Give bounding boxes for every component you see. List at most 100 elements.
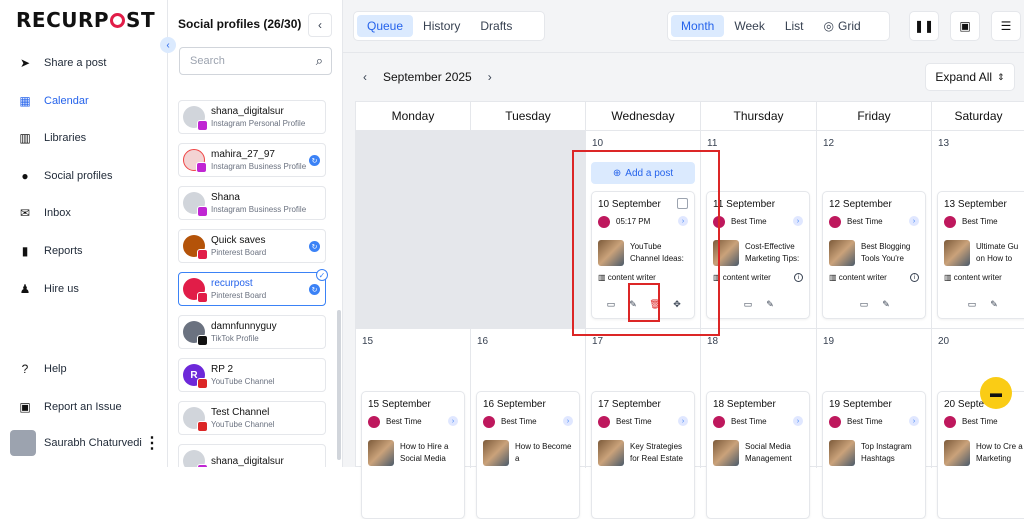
calendar-settings-button[interactable]: ▣ xyxy=(950,11,980,41)
post-thumbnail xyxy=(368,440,394,466)
chevron-right-icon[interactable]: › xyxy=(448,416,458,426)
profiles-scrollbar[interactable] xyxy=(337,310,341,460)
profile-card[interactable]: shana_digitalsur xyxy=(178,444,326,467)
next-month-button[interactable]: › xyxy=(480,67,500,87)
tab-list[interactable]: List xyxy=(775,15,814,37)
tab-month[interactable]: Month xyxy=(671,15,725,37)
tab-drafts[interactable]: Drafts xyxy=(470,15,522,37)
help-icon: ? xyxy=(21,362,29,376)
chat-support-button[interactable]: ▬ xyxy=(980,377,1012,409)
profile-card[interactable]: Quick saves Pinterest Board ↻ xyxy=(178,229,326,263)
filter-button[interactable]: ☰ xyxy=(991,11,1021,41)
info-icon[interactable]: i xyxy=(794,273,803,282)
pinterest-icon xyxy=(197,292,208,303)
chevron-right-icon[interactable]: › xyxy=(678,416,688,426)
day-cell-past xyxy=(356,130,471,328)
pinterest-icon xyxy=(829,216,841,228)
post-card[interactable]: 11 September Best Time › Cost-Effective … xyxy=(706,191,810,319)
edit-icon[interactable]: ✎ xyxy=(988,298,1000,310)
nav-inbox[interactable]: ✉ Inbox xyxy=(0,196,168,230)
sync-icon[interactable]: ↻ xyxy=(309,241,320,252)
nav-help[interactable]: ? Help xyxy=(0,352,168,386)
avatar xyxy=(10,430,36,456)
day-header: Saturday xyxy=(954,109,1003,123)
post-card[interactable]: 13 September Best Time Ultimate Gu on Ho… xyxy=(937,191,1024,319)
day-cell[interactable]: 19 19 September Best Time › Top Instagra… xyxy=(817,328,932,519)
day-header: Monday xyxy=(356,102,471,130)
nav-reports[interactable]: ▮ Reports xyxy=(0,234,168,268)
post-actions: ▭ ✎ xyxy=(707,293,811,315)
profile-card[interactable]: R RP 2 YouTube Channel xyxy=(178,358,326,392)
library-label: ▥ content writer xyxy=(944,273,1002,282)
post-card[interactable]: 17 September Best Time › Key Strategies … xyxy=(591,391,695,519)
tab-week[interactable]: Week xyxy=(724,15,774,37)
user-menu[interactable]: Saurabh Chaturvedi ⋮ xyxy=(10,430,160,456)
day-cell[interactable]: 17 17 September Best Time › Key Strategi… xyxy=(586,328,701,519)
nav-social-profiles[interactable]: ● Social profiles xyxy=(0,159,168,193)
post-card[interactable]: 18 September Best Time › Social Media Ma… xyxy=(706,391,810,519)
nav-libraries[interactable]: ▥ Libraries xyxy=(0,121,168,155)
report-icon: ▣ xyxy=(19,400,31,414)
sync-icon[interactable]: ↻ xyxy=(309,155,320,166)
post-card[interactable]: 19 September Best Time › Top Instagram H… xyxy=(822,391,926,519)
expand-all-button[interactable]: Expand All ⇕ xyxy=(925,63,1015,91)
profile-card[interactable]: mahira_27_97 Instagram Business Profile ↻ xyxy=(178,143,326,177)
chat-icon: ▬ xyxy=(990,386,1002,400)
tab-history[interactable]: History xyxy=(413,15,470,37)
profile-card[interactable]: Test Channel YouTube Channel xyxy=(178,401,326,435)
collapse-profiles-button[interactable]: ‹ xyxy=(308,13,332,37)
pause-button[interactable]: ❚❚ xyxy=(909,11,939,41)
preview-icon[interactable]: ▭ xyxy=(858,298,870,310)
more-options-icon[interactable]: ⋮ xyxy=(144,433,160,453)
day-cell[interactable]: 12 12 September Best Time › Best Bloggin… xyxy=(817,130,932,328)
search-icon: ⌕ xyxy=(315,53,323,68)
chevron-right-icon[interactable]: › xyxy=(793,416,803,426)
profile-search-input[interactable]: Search ⌕ xyxy=(179,47,332,75)
selected-check-icon: ✓ xyxy=(316,269,328,281)
youtube-icon xyxy=(197,378,208,389)
preview-icon[interactable]: ▭ xyxy=(742,298,754,310)
profile-card[interactable]: shana_digitalsur Instagram Personal Profi… xyxy=(178,100,326,134)
edit-icon[interactable]: ✎ xyxy=(880,298,892,310)
preview-icon[interactable]: ▭ xyxy=(966,298,978,310)
pinterest-icon xyxy=(483,416,495,428)
day-cell[interactable]: 13 13 September Best Time Ultimate Gu on… xyxy=(932,130,1024,328)
prev-month-button[interactable]: ‹ xyxy=(355,67,375,87)
sync-icon[interactable]: ↻ xyxy=(309,284,320,295)
post-thumbnail xyxy=(829,240,855,266)
profile-card[interactable]: damnfunnyguy TikTok Profile xyxy=(178,315,326,349)
tiktok-icon xyxy=(197,335,208,346)
tab-grid[interactable]: ◎ Grid xyxy=(814,15,871,37)
collapse-sidebar-button[interactable]: ‹ xyxy=(160,37,176,53)
post-card[interactable]: 15 September Best Time › How to Hire a S… xyxy=(361,391,465,519)
user-circle-icon: ● xyxy=(21,169,29,183)
nav-hire-us[interactable]: ♟ Hire us xyxy=(0,272,168,306)
chevron-right-icon[interactable]: › xyxy=(909,216,919,226)
chevron-right-icon[interactable]: › xyxy=(793,216,803,226)
tab-queue[interactable]: Queue xyxy=(357,15,414,37)
chevron-right-icon[interactable]: › xyxy=(563,416,573,426)
edit-icon[interactable]: ✎ xyxy=(764,298,776,310)
post-card[interactable]: 20 Septe Best Time How to Cre a Marketin… xyxy=(937,391,1024,519)
profile-avatar xyxy=(183,278,208,303)
pinterest-icon xyxy=(368,416,380,428)
day-cell[interactable]: 18 18 September Best Time › Social Media… xyxy=(701,328,817,519)
header-divider xyxy=(343,52,1024,53)
chevron-right-icon[interactable]: › xyxy=(909,416,919,426)
recurpost-logo[interactable]: RECURP ST xyxy=(16,8,155,32)
profile-card[interactable]: Shana Instagram Business Profile xyxy=(178,186,326,220)
post-card[interactable]: 16 September Best Time › How to Become a xyxy=(476,391,580,519)
nav-report-issue[interactable]: ▣ Report an Issue xyxy=(0,390,168,424)
profile-avatar: R xyxy=(183,364,208,389)
library-icon: ▥ xyxy=(944,273,952,282)
day-cell[interactable]: 15 15 September Best Time › How to Hire … xyxy=(356,328,471,519)
month-label: September 2025 xyxy=(383,70,472,84)
send-icon: ➤ xyxy=(19,56,31,70)
day-cell[interactable]: 16 16 September Best Time › How to Becom… xyxy=(471,328,586,519)
profile-card-selected[interactable]: recurpost Pinterest Board ↻ ✓ xyxy=(178,269,328,306)
mode-tabs: Month Week List ◎ Grid xyxy=(667,11,890,41)
info-icon[interactable]: i xyxy=(910,273,919,282)
nav-calendar[interactable]: ▦ Calendar xyxy=(0,84,168,118)
post-card[interactable]: 12 September Best Time › Best Blogging T… xyxy=(822,191,926,319)
nav-share-post[interactable]: ➤ Share a post xyxy=(0,46,168,80)
